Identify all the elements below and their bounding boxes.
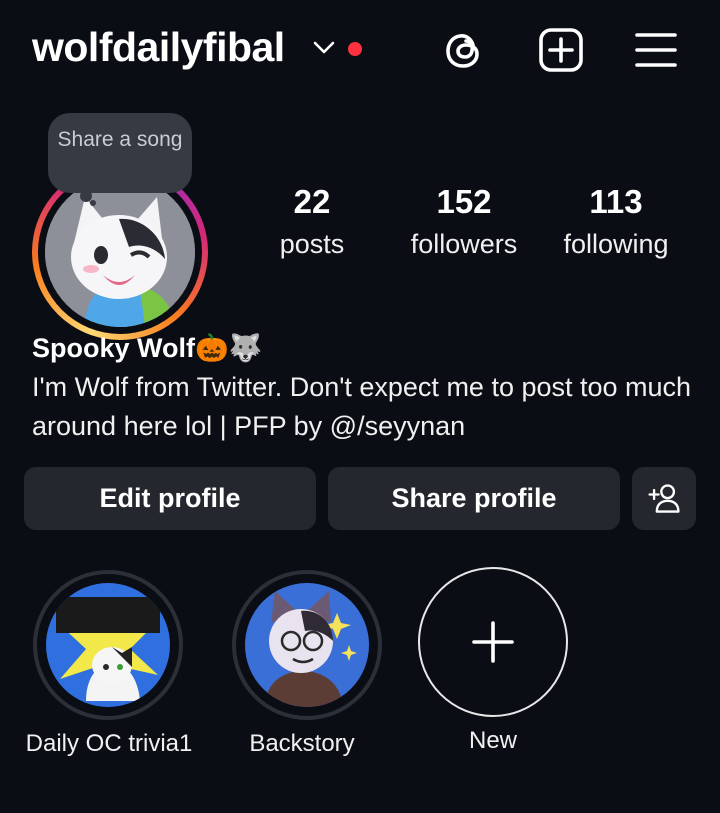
edit-profile-button[interactable]: Edit profile — [24, 467, 316, 530]
following-count: 113 — [589, 183, 643, 220]
highlight-cover-image — [46, 583, 170, 707]
note-bubble[interactable]: Share a song — [48, 113, 192, 193]
new-highlight-button[interactable] — [418, 567, 568, 717]
posts-label: posts — [279, 229, 345, 259]
highlight-label: New — [468, 727, 517, 754]
top-bar: wolfdailyfibal — [0, 0, 720, 100]
avatar-image — [45, 177, 195, 327]
highlight-daily-oc-trivia[interactable] — [33, 570, 183, 720]
following-label: following — [563, 229, 669, 259]
posts-count: 22 — [293, 183, 331, 220]
bio-text: I'm Wolf from Twitter. Don't expect me t… — [32, 372, 692, 441]
notification-dot — [348, 42, 362, 56]
username[interactable]: wolfdailyfibal — [32, 24, 285, 71]
menu-icon[interactable] — [632, 26, 680, 74]
display-name: Spooky Wolf🎃🐺 — [32, 333, 263, 363]
new-post-icon[interactable] — [537, 26, 585, 74]
discover-people-button[interactable] — [632, 467, 696, 530]
plus-icon — [472, 621, 514, 663]
followers-count: 152 — [436, 183, 492, 220]
followers-label: followers — [410, 229, 518, 259]
share-profile-button[interactable]: Share profile — [328, 467, 620, 530]
add-person-icon — [648, 483, 680, 513]
highlight-label: Daily OC trivia1 — [25, 730, 193, 757]
note-text: Share a song — [57, 128, 183, 151]
highlight-cover-image — [245, 583, 369, 707]
stat-posts[interactable]: 22 posts — [270, 182, 354, 266]
highlight-label: Backstory — [249, 730, 355, 757]
highlight-backstory[interactable] — [232, 570, 382, 720]
threads-icon[interactable] — [440, 26, 488, 74]
stat-followers[interactable]: 152 followers — [400, 182, 528, 266]
chevron-down-icon[interactable] — [312, 40, 336, 56]
stat-following[interactable]: 113 following — [552, 182, 680, 266]
